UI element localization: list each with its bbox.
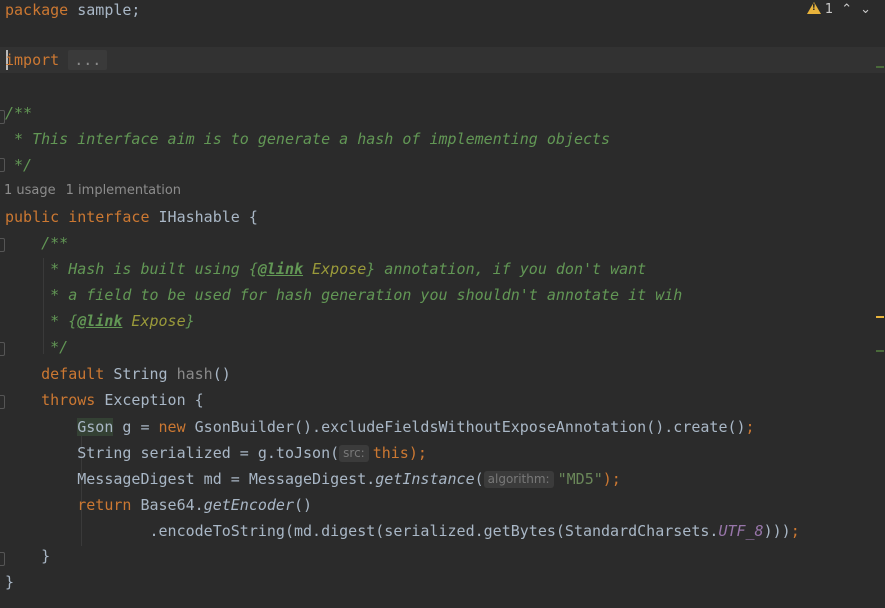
chevron-down-icon[interactable]: ⌄	[860, 2, 871, 17]
error-stripe-marker[interactable]	[876, 350, 884, 352]
return-type: String	[104, 365, 177, 383]
doc-comment-close: */	[5, 338, 69, 356]
code-line-throws[interactable]: throws Exception {	[5, 389, 204, 411]
code-text: );	[602, 470, 621, 488]
code-text: );	[408, 444, 427, 462]
doc-link-reference[interactable]: Expose	[122, 312, 185, 330]
doc-comment-open: /**	[5, 234, 69, 252]
error-stripe-marker[interactable]	[876, 66, 884, 68]
code-line-encode[interactable]: .encodeToString(md.digest(serialized.get…	[5, 520, 800, 542]
code-text: .encodeToString(md.digest(serialized.get…	[5, 522, 719, 540]
code-text: String serialized = g.toJson(	[5, 444, 340, 462]
code-text: ()	[294, 496, 313, 514]
parameter-hint: algorithm:	[483, 471, 554, 488]
doc-text: * Hash is built using {	[5, 260, 258, 278]
doc-comment-line: * Hash is built using {@link Expose} ann…	[5, 258, 646, 280]
code-line-close-method: }	[5, 547, 51, 565]
folded-imports[interactable]: ...	[68, 50, 108, 70]
code-text: (	[474, 470, 484, 488]
doc-text: } annotation, if you don't want	[366, 260, 647, 278]
code-text: GsonBuilder().excludeFieldsWithoutExpose…	[185, 418, 746, 436]
code-line-gson[interactable]: Gson g = new GsonBuilder().excludeFields…	[5, 416, 755, 438]
doc-link-tag[interactable]: @link	[77, 312, 122, 330]
doc-text: * {	[5, 312, 78, 330]
static-method[interactable]: getInstance	[375, 470, 474, 488]
code-text: MessageDigest md = MessageDigest.	[5, 470, 376, 488]
static-method[interactable]: getEncoder	[204, 496, 294, 514]
keyword-package: package	[5, 1, 69, 19]
method-parens: ()	[212, 365, 231, 383]
code-text: Base64.	[131, 496, 204, 514]
keyword-public: public	[5, 208, 60, 226]
doc-comment-line: * {@link Expose}	[5, 310, 195, 332]
method-name[interactable]: hash	[177, 365, 213, 383]
string-literal: "MD5"	[557, 470, 603, 488]
package-name: sample;	[68, 1, 141, 19]
doc-comment-open: /**	[5, 104, 33, 122]
implementations-link[interactable]: 1 implementation	[66, 183, 181, 198]
doc-comment-line: * a field to be used for hash generation…	[5, 286, 683, 304]
code-text: g =	[113, 418, 159, 436]
exception-type: Exception {	[95, 391, 204, 409]
parameter-hint: src:	[339, 445, 369, 462]
keyword-return: return	[5, 496, 132, 514]
code-line-interface-declaration[interactable]: public interface IHashable {	[5, 206, 258, 228]
warning-icon	[806, 2, 821, 14]
inspection-widget[interactable]: 1 ⌃ ⌄	[806, 2, 871, 17]
chevron-up-icon[interactable]: ⌃	[841, 2, 852, 17]
keyword-interface: interface	[68, 208, 150, 226]
keyword-this: this	[372, 444, 409, 462]
code-line-message-digest[interactable]: MessageDigest md = MessageDigest.getInst…	[5, 468, 621, 490]
code-vision-hints[interactable]: 1 usage 1 implementation	[4, 183, 191, 198]
code-text: )))	[763, 522, 791, 540]
warning-indicator[interactable]: 1	[806, 2, 834, 17]
code-line-serialized[interactable]: String serialized = g.toJson(src: this);	[5, 442, 427, 464]
constant[interactable]: UTF_8	[718, 522, 763, 540]
warning-stripe-marker[interactable]	[876, 316, 884, 318]
doc-text: }	[185, 312, 195, 330]
code-line-package[interactable]: package sample;	[5, 0, 140, 21]
keyword-default: default	[5, 365, 105, 383]
code-line-import[interactable]: import ...	[5, 49, 108, 71]
keyword-import: import	[5, 51, 60, 69]
usages-link[interactable]: 1 usage	[4, 183, 56, 198]
doc-link-reference[interactable]: Expose	[303, 260, 366, 278]
doc-comment-line: * This interface aim is to generate a ha…	[5, 130, 611, 148]
code-line-return[interactable]: return Base64.getEncoder()	[5, 494, 312, 516]
doc-comment-close: */	[5, 156, 33, 174]
warning-count: 1	[824, 2, 834, 17]
keyword-throws: throws	[5, 391, 96, 409]
code-line-method-signature[interactable]: default String hash()	[5, 363, 231, 385]
current-line-highlight	[0, 47, 885, 73]
interface-name: IHashable {	[149, 208, 258, 226]
keyword-new: new	[158, 418, 186, 436]
doc-link-tag[interactable]: @link	[258, 260, 303, 278]
semicolon: ;	[745, 418, 755, 436]
highlighted-identifier[interactable]: Gson	[77, 418, 114, 436]
code-line-close-interface: }	[5, 573, 15, 591]
code-editor[interactable]: 1 ⌃ ⌄ package sample; import ... /** * T…	[0, 0, 885, 608]
semicolon: ;	[790, 522, 800, 540]
